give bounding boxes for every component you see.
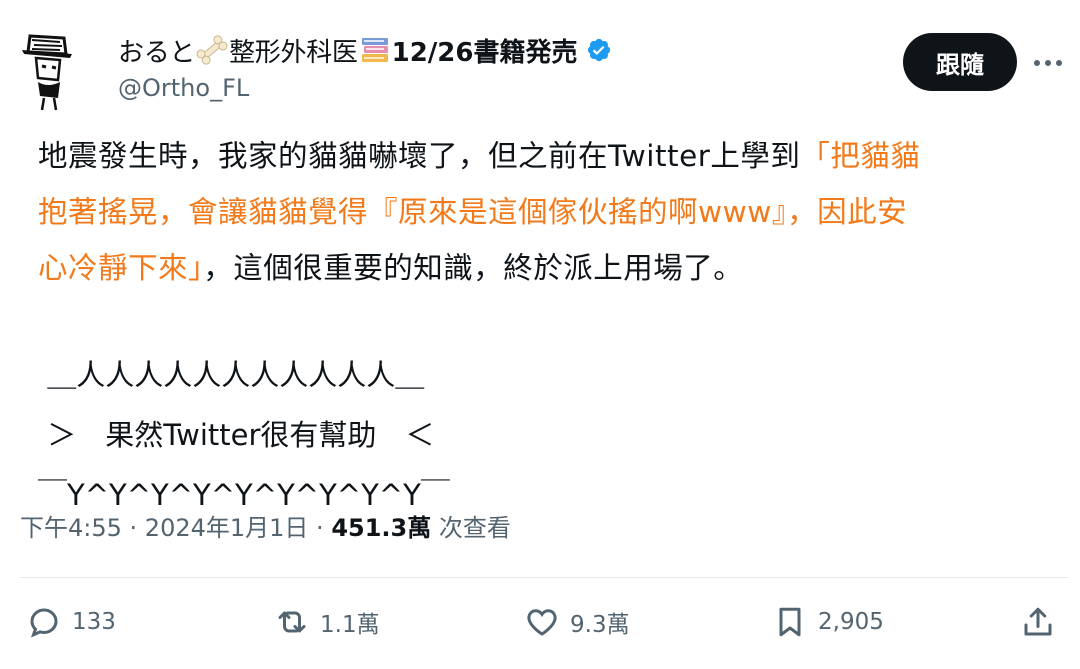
divider	[20, 577, 1068, 578]
bookmark-count: 2,905	[818, 609, 884, 635]
tweet-text-segment: 地震發生時，我家的貓貓嚇壞了，但之前在Twitter上學到	[38, 139, 801, 173]
author-name-row[interactable]: おると 整形外科医 12/26書籍発売	[118, 30, 612, 70]
view-count-label: 次查看	[431, 514, 511, 542]
tweet-text-segment: ，這個很重要的知識，終於派上用場了。	[203, 251, 744, 285]
author-handle[interactable]: @Ortho_FL	[118, 74, 249, 102]
tweet-line-3: 心冷靜下來」，這個很重要的知識，終於派上用場了。	[38, 240, 1048, 296]
ascii-art-middle: ＞ 果然Twitter很有幫助 ＜	[38, 418, 435, 452]
share-button[interactable]	[1020, 604, 1066, 640]
book-release-text[interactable]: 12/26書籍発売	[392, 32, 578, 69]
reply-icon	[30, 608, 58, 638]
ascii-art-top: ＿人人人人人人人人人人人＿	[38, 358, 425, 392]
share-icon	[1024, 607, 1052, 636]
reply-count: 133	[72, 609, 116, 635]
tweet-line-2: 抱著搖晃，會讓貓貓覺得『原來是這個傢伙搖的啊www』，因此安	[38, 195, 908, 229]
tweet-date[interactable]: 2024年1月1日	[145, 514, 309, 542]
ascii-art-block: ＿人人人人人人人人人人人＿ ＞ 果然Twitter很有幫助 ＜ ￣Y^Y^Y^Y^…	[38, 345, 450, 525]
verified-badge-icon[interactable]	[586, 37, 612, 63]
tweet-highlight-segment: 心冷靜下來」	[38, 251, 204, 285]
books-emoji-icon	[361, 38, 388, 62]
tweet-line-1: 地震發生時，我家的貓貓嚇壞了，但之前在Twitter上學到「把貓貓	[38, 128, 1048, 184]
retweet-count: 1.1萬	[320, 612, 380, 638]
view-count: 451.3萬	[331, 514, 432, 542]
retweet-icon	[278, 611, 306, 633]
reply-button[interactable]: 133	[26, 604, 116, 640]
bookmark-button[interactable]: 2,905	[772, 604, 884, 640]
heart-icon	[527, 609, 557, 636]
author-name-suffix[interactable]: 整形外科医	[229, 32, 358, 69]
like-count: 9.3萬	[570, 612, 630, 638]
retweet-button[interactable]: 1.1萬	[274, 604, 380, 640]
follow-button[interactable]: 跟隨	[903, 33, 1017, 91]
avatar[interactable]	[16, 32, 82, 112]
bone-emoji-icon	[196, 35, 228, 65]
meta-separator: ·	[308, 514, 332, 542]
tweet-highlight-segment: 「把貓貓	[800, 139, 921, 173]
action-bar: 133 1.1萬 9.3萬 2,905	[0, 596, 1080, 652]
tweet-text: 地震發生時，我家的貓貓嚇壞了，但之前在Twitter上學到「把貓貓 抱著搖晃，會…	[38, 128, 1048, 296]
more-options-icon[interactable]	[1030, 48, 1066, 78]
tweet-meta: 下午4:55 · 2024年1月1日 · 451.3萬 次查看	[20, 508, 511, 543]
bookmark-icon	[779, 607, 801, 637]
like-button[interactable]: 9.3萬	[524, 604, 630, 640]
avatar-illustration	[22, 34, 72, 111]
meta-separator: ·	[121, 514, 145, 542]
author-display-name[interactable]: おると	[118, 32, 195, 69]
tweet-time[interactable]: 下午4:55	[20, 514, 122, 542]
